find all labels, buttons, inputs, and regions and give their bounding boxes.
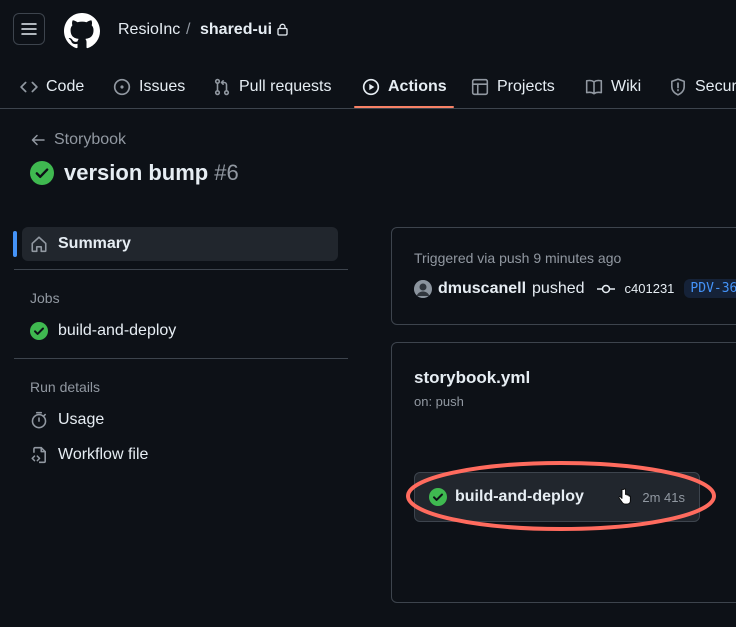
repo-name-link[interactable]: shared-ui xyxy=(200,20,272,40)
sidebar-item-workflow-file[interactable]: Workflow file xyxy=(30,446,148,464)
hamburger-icon xyxy=(21,23,37,35)
sidebar-item-label: Workflow file xyxy=(58,446,149,463)
push-info: dmuscanell pushed c401231 PDV-3601- xyxy=(414,279,736,298)
tab-label: Actions xyxy=(388,78,447,95)
lock-icon xyxy=(277,23,288,36)
tab-wiki[interactable]: Wiki xyxy=(585,66,641,108)
commit-sha-link[interactable]: c401231 xyxy=(625,281,675,296)
issue-opened-icon xyxy=(113,78,131,96)
check-circle-fill-icon xyxy=(429,488,447,506)
check-circle-fill-icon xyxy=(30,161,54,185)
workflow-file-name: storybook.yml xyxy=(414,368,531,387)
shield-icon xyxy=(671,78,685,96)
sidebar-item-label: build-and-deploy xyxy=(58,322,177,339)
tab-label: Code xyxy=(46,78,85,95)
stopwatch-icon xyxy=(31,411,47,429)
tab-label: Pull requests xyxy=(239,78,332,95)
play-icon xyxy=(362,78,380,96)
job-duration: 2m 41s xyxy=(642,490,685,505)
header-divider xyxy=(0,108,736,109)
github-logo-icon[interactable] xyxy=(64,13,100,49)
breadcrumb-separator: / xyxy=(186,21,191,38)
sidebar-divider xyxy=(14,358,348,359)
git-pull-request-icon xyxy=(214,78,230,96)
file-code-icon xyxy=(31,446,46,464)
sidebar-item-summary[interactable]: Summary xyxy=(22,227,338,261)
tab-label: Secur xyxy=(695,78,736,95)
trigger-text: Triggered via push 9 minutes ago xyxy=(414,250,622,266)
active-item-indicator xyxy=(13,231,17,257)
arrow-left-icon xyxy=(31,134,45,146)
sidebar-item-job[interactable]: build-and-deploy xyxy=(30,322,176,340)
tab-label: Projects xyxy=(497,78,555,95)
book-icon xyxy=(585,79,603,95)
job-card-build-and-deploy[interactable]: build-and-deploy 2m 41s xyxy=(414,472,700,522)
trigger-panel xyxy=(391,227,736,325)
menu-button[interactable] xyxy=(13,13,45,45)
sidebar-item-usage[interactable]: Usage xyxy=(30,411,104,429)
tab-issues[interactable]: Issues xyxy=(113,66,185,108)
avatar[interactable] xyxy=(414,279,432,298)
push-action: pushed xyxy=(532,279,585,297)
tab-label: Wiki xyxy=(611,78,642,95)
page-title: version bump #6 xyxy=(30,160,239,186)
back-to-workflow-link[interactable]: Storybook xyxy=(30,131,126,149)
run-number: #6 xyxy=(214,160,239,185)
job-name: build-and-deploy xyxy=(455,488,584,505)
back-link-label: Storybook xyxy=(54,131,127,148)
git-commit-icon xyxy=(596,284,615,293)
check-circle-fill-icon xyxy=(30,322,48,340)
branch-label[interactable]: PDV-3601- xyxy=(684,279,736,298)
sidebar-item-label: Usage xyxy=(58,411,105,428)
table-icon xyxy=(471,78,489,96)
workflow-trigger-event: on: push xyxy=(414,394,464,409)
tab-code[interactable]: Code xyxy=(20,66,84,108)
pusher-username-link[interactable]: dmuscanell xyxy=(438,280,526,298)
sidebar-divider xyxy=(14,269,348,270)
tab-label: Issues xyxy=(139,78,186,95)
code-icon xyxy=(20,81,38,93)
home-icon xyxy=(31,236,47,253)
repo-owner-link[interactable]: ResioInc xyxy=(118,20,180,40)
sidebar-item-label: Summary xyxy=(58,235,131,252)
tab-projects[interactable]: Projects xyxy=(471,66,555,108)
tab-pull-requests[interactable]: Pull requests xyxy=(213,66,332,108)
tab-actions[interactable]: Actions xyxy=(362,66,447,108)
jobs-heading: Jobs xyxy=(30,290,60,306)
run-title: version bump xyxy=(64,160,209,185)
run-details-heading: Run details xyxy=(30,379,101,395)
tab-security[interactable]: Secur xyxy=(669,66,736,108)
pointer-cursor-icon xyxy=(618,488,631,505)
